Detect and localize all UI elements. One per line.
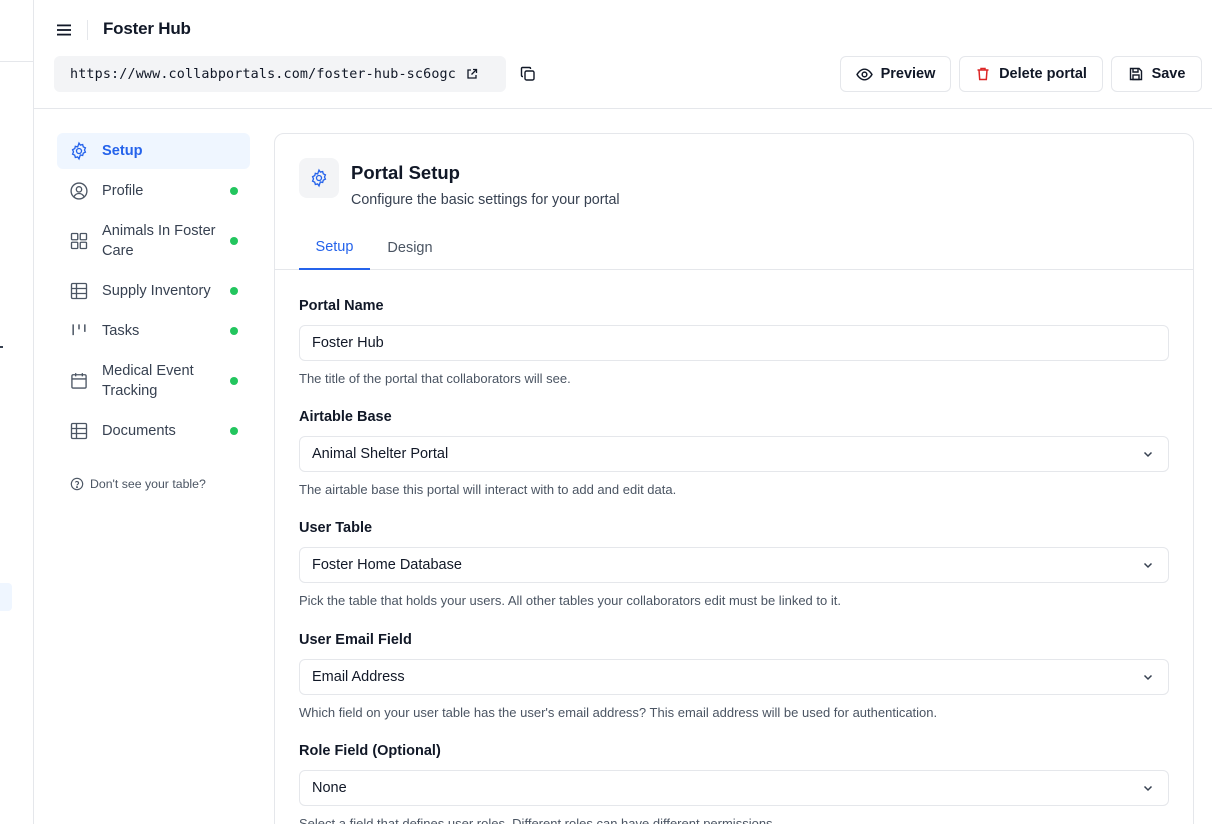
sidebar-item-medical-event-tracking[interactable]: Medical Event Tracking: [57, 351, 250, 411]
user-table-value: Foster Home Database: [312, 557, 462, 573]
chevron-down-icon: [1142, 559, 1154, 571]
grid-icon: [69, 231, 89, 251]
save-icon: [1128, 66, 1144, 82]
sidebar-nav: Setup Profile Animals In Foster Care Sup…: [57, 133, 250, 451]
user-email-field-select[interactable]: Email Address: [299, 659, 1169, 695]
settings-tabs: Setup Design: [275, 226, 1193, 270]
save-button[interactable]: Save: [1111, 56, 1202, 92]
portal-name-input[interactable]: Foster Hub: [299, 325, 1169, 361]
sidebar-item-animals-in-foster-care[interactable]: Animals In Foster Care: [57, 211, 250, 271]
menu-icon[interactable]: [54, 18, 74, 42]
portal-url-box: https://www.collabportals.com/foster-hub…: [54, 56, 506, 92]
airtable-base-help: The airtable base this portal will inter…: [299, 482, 677, 497]
status-dot: [230, 187, 238, 195]
user-table-select[interactable]: Foster Home Database: [299, 547, 1169, 583]
tab-setup[interactable]: Setup: [299, 226, 370, 270]
preview-label: Preview: [880, 66, 936, 82]
user-email-field-value: Email Address: [312, 669, 405, 685]
chevron-down-icon: [1142, 448, 1154, 460]
external-link-icon[interactable]: [466, 68, 478, 80]
delete-portal-button[interactable]: Delete portal: [959, 56, 1103, 92]
sidebar-item-label: Setup: [102, 143, 143, 159]
sidebar-item-profile[interactable]: Profile: [57, 171, 250, 211]
status-dot: [230, 427, 238, 435]
rail-marker: [0, 346, 3, 348]
save-label: Save: [1151, 66, 1186, 82]
role-field-label: Role Field (Optional): [299, 743, 441, 759]
status-dot: [230, 287, 238, 295]
user-circle-icon: [69, 181, 89, 201]
sidebar-item-label: Medical Event Tracking: [102, 363, 194, 399]
sidebar-item-label: Profile: [102, 183, 144, 199]
airtable-base-select[interactable]: Animal Shelter Portal: [299, 436, 1169, 472]
airtable-base-value: Animal Shelter Portal: [312, 446, 449, 462]
role-field-select[interactable]: None: [299, 770, 1169, 806]
collapsed-rail: [0, 0, 34, 824]
user-table-label: User Table: [299, 520, 373, 536]
trash-icon: [975, 66, 991, 82]
title-divider: [87, 20, 88, 40]
sidebar-item-label: Supply Inventory: [102, 283, 211, 299]
chevron-down-icon: [1142, 671, 1154, 683]
missing-table-help-link[interactable]: Don't see your table?: [70, 477, 206, 491]
page-title: Foster Hub: [103, 19, 191, 38]
portal-setup-card: Portal Setup Configure the basic setting…: [274, 133, 1194, 824]
airtable-base-label: Airtable Base: [299, 409, 392, 425]
role-field-value: None: [312, 780, 347, 796]
gear-icon: [299, 158, 339, 198]
card-subtitle: Configure the basic settings for your po…: [351, 192, 620, 208]
user-table-help: Pick the table that holds your users. Al…: [299, 593, 841, 608]
sidebar-item-label: Animals In Foster Care: [102, 223, 216, 259]
kanban-icon: [69, 321, 89, 341]
role-field-help: Select a field that defines user roles. …: [299, 816, 777, 824]
sidebar-item-documents[interactable]: Documents: [57, 411, 250, 451]
user-email-field-label: User Email Field: [299, 632, 412, 648]
rail-divider: [0, 61, 33, 62]
sidebar-item-label: Documents: [102, 423, 176, 439]
delete-label: Delete portal: [999, 66, 1087, 82]
user-email-field-help: Which field on your user table has the u…: [299, 705, 938, 720]
portal-url[interactable]: https://www.collabportals.com/foster-hub…: [70, 67, 456, 82]
copy-icon[interactable]: [518, 64, 538, 84]
card-title: Portal Setup: [351, 162, 460, 183]
table-icon: [69, 281, 89, 301]
sidebar-item-setup[interactable]: Setup: [57, 133, 250, 169]
status-dot: [230, 377, 238, 385]
rail-active-item[interactable]: [0, 583, 12, 611]
table-icon: [69, 421, 89, 441]
help-circle-icon: [70, 477, 84, 491]
portal-name-help: The title of the portal that collaborato…: [299, 371, 571, 386]
portal-name-label: Portal Name: [299, 298, 384, 314]
status-dot: [230, 237, 238, 245]
top-bar: Foster Hub https://www.collabportals.com…: [34, 0, 1212, 109]
help-link-label: Don't see your table?: [90, 477, 206, 491]
tab-design[interactable]: Design: [378, 226, 442, 269]
preview-button[interactable]: Preview: [840, 56, 951, 92]
status-dot: [230, 327, 238, 335]
chevron-down-icon: [1142, 782, 1154, 794]
sidebar-item-label: Tasks: [102, 323, 140, 339]
portal-name-value: Foster Hub: [312, 335, 384, 351]
sidebar-item-supply-inventory[interactable]: Supply Inventory: [57, 271, 250, 311]
gear-icon: [69, 141, 89, 161]
sidebar-item-tasks[interactable]: Tasks: [57, 311, 250, 351]
eye-icon: [855, 66, 873, 83]
calendar-icon: [69, 371, 89, 391]
